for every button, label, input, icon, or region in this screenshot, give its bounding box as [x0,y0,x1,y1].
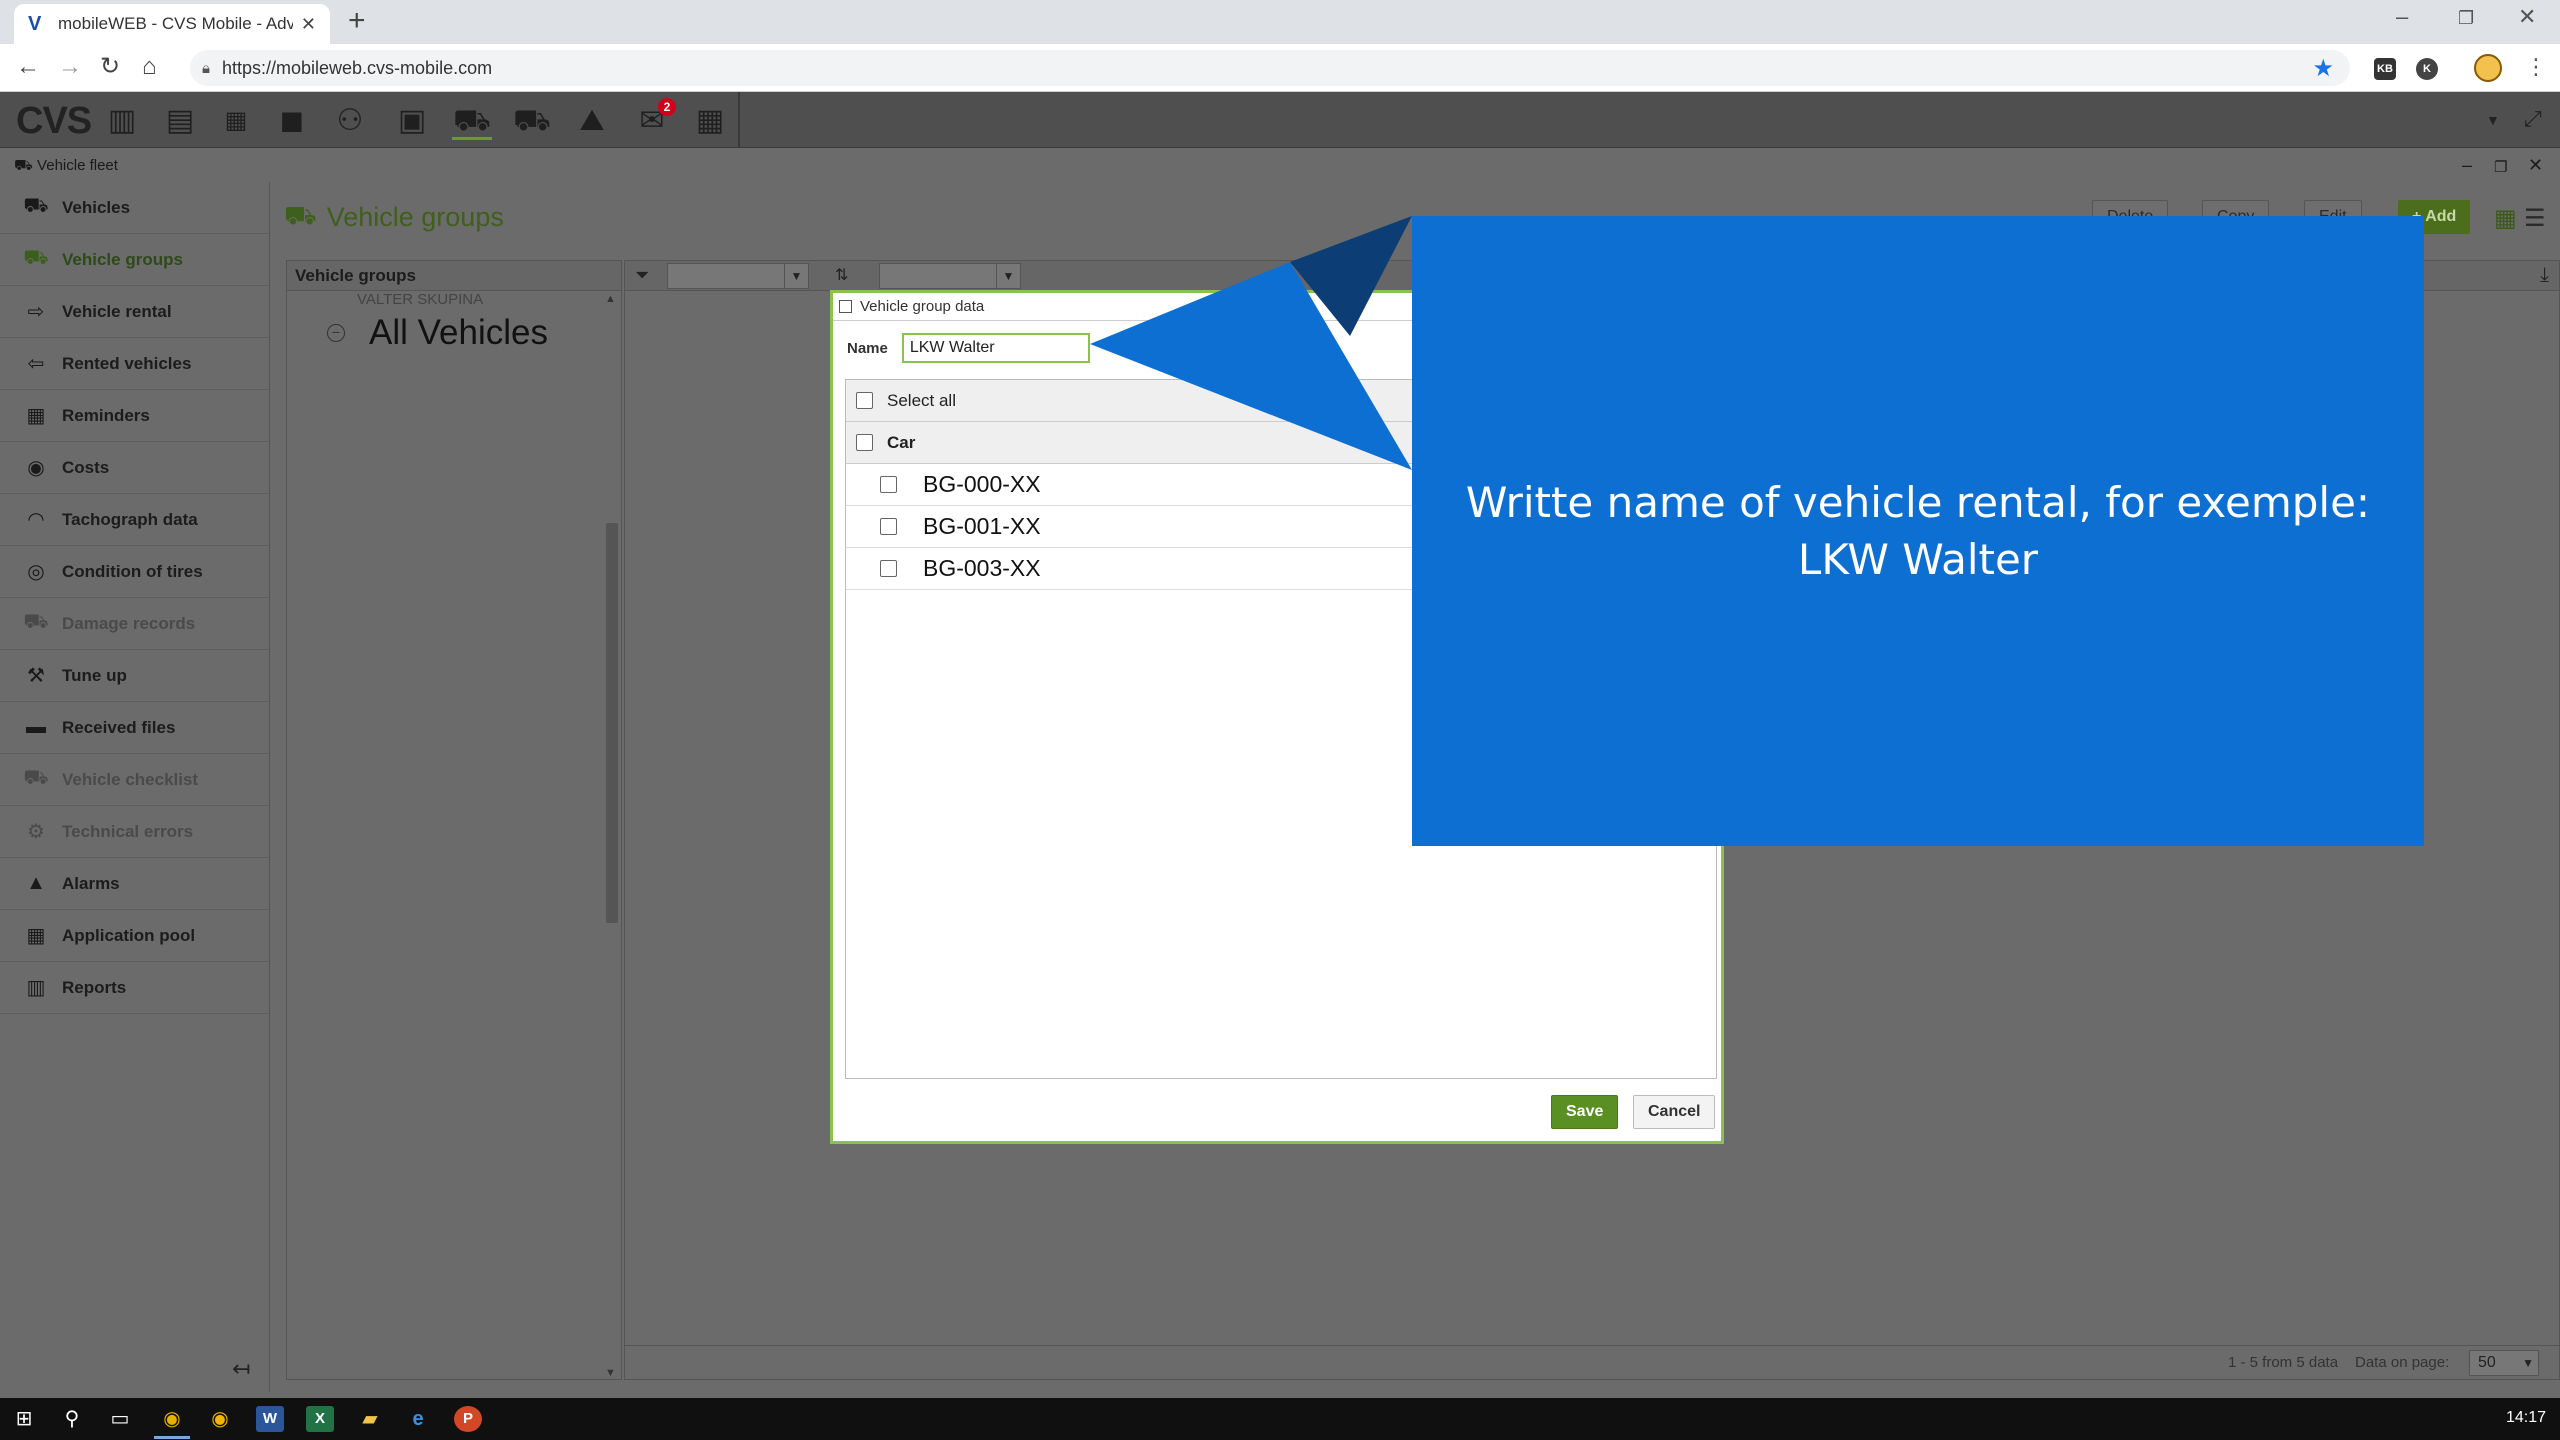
windows-start-icon[interactable]: ⊞ [10,1406,38,1432]
excel-icon[interactable]: X [306,1406,334,1432]
callout-text: Writte name of vehicle rental, for exemp… [1465,478,2371,584]
windows-taskbar: ⊞ ⚲ ▭ ◉ ◉ W X ▰ e P 14:17 [0,1398,2560,1440]
chrome-icon[interactable]: ◉ [158,1406,186,1432]
word-icon[interactable]: W [256,1406,284,1432]
active-app-indicator [154,1436,190,1439]
chrome-canary-icon[interactable]: ◉ [206,1406,234,1432]
tutorial-callout: Writte name of vehicle rental, for exemp… [1412,216,2424,846]
task-view-icon[interactable]: ▭ [106,1406,134,1432]
edge-icon[interactable]: e [404,1406,432,1432]
file-explorer-icon[interactable]: ▰ [356,1406,384,1432]
taskbar-clock: 14:17 [2505,1409,2546,1426]
search-icon[interactable]: ⚲ [58,1406,86,1432]
powerpoint-icon[interactable]: P [454,1406,482,1432]
